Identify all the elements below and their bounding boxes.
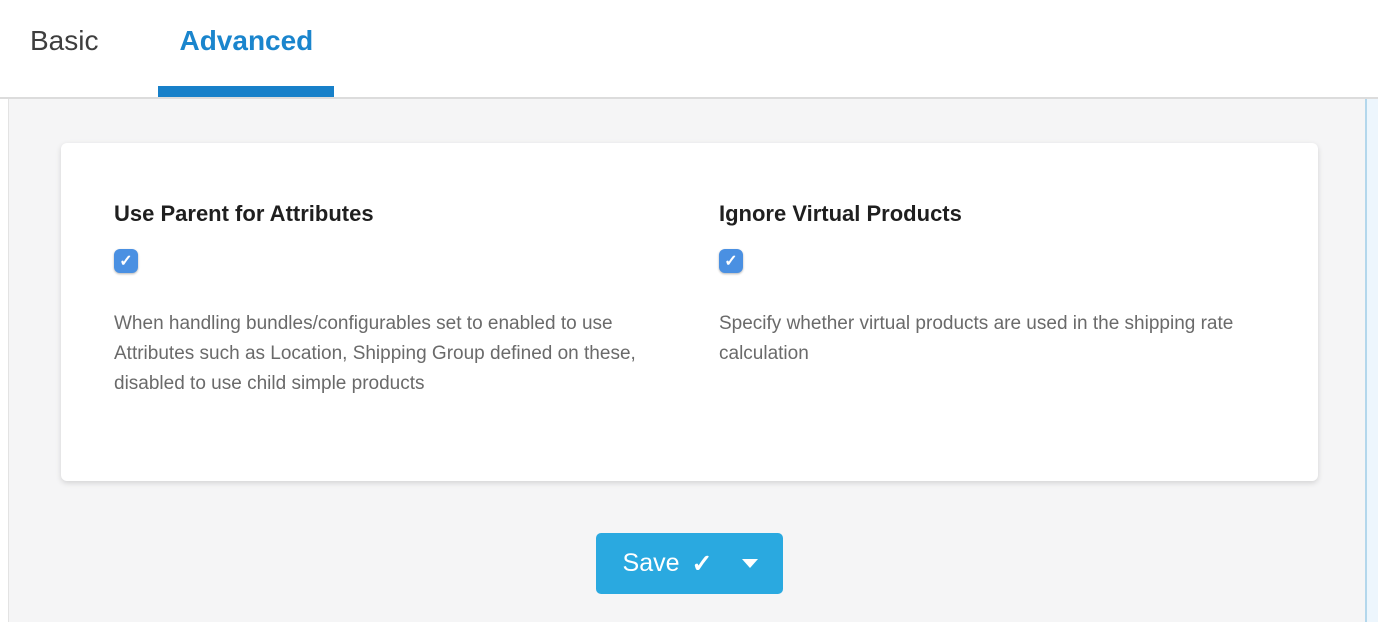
settings-card: Use Parent for Attributes ✓ When handlin… bbox=[61, 143, 1318, 481]
main-area: Use Parent for Attributes ✓ When handlin… bbox=[0, 99, 1378, 622]
setting-ignore-virtual-products: Ignore Virtual Products ✓ Specify whethe… bbox=[719, 201, 1278, 481]
save-button[interactable]: Save ✓ bbox=[596, 533, 784, 594]
tab-advanced-label: Advanced bbox=[179, 25, 313, 56]
tab-basic[interactable]: Basic bbox=[30, 25, 98, 97]
check-icon: ✓ bbox=[119, 251, 132, 271]
save-dropdown-toggle[interactable] bbox=[742, 559, 758, 568]
setting-title: Ignore Virtual Products bbox=[719, 201, 1278, 227]
use-parent-checkbox[interactable]: ✓ bbox=[114, 249, 138, 273]
content-panel: Use Parent for Attributes ✓ When handlin… bbox=[8, 99, 1365, 622]
ignore-virtual-checkbox[interactable]: ✓ bbox=[719, 249, 743, 273]
active-tab-underline bbox=[158, 86, 334, 97]
tab-basic-label: Basic bbox=[30, 25, 98, 56]
setting-description: When handling bundles/configurables set … bbox=[114, 309, 666, 399]
tab-advanced[interactable]: Advanced bbox=[158, 25, 334, 97]
scrollbar-track[interactable] bbox=[1365, 99, 1378, 622]
save-row: Save ✓ bbox=[61, 533, 1318, 594]
setting-use-parent-for-attributes: Use Parent for Attributes ✓ When handlin… bbox=[114, 201, 719, 481]
setting-title: Use Parent for Attributes bbox=[114, 201, 719, 227]
save-button-label: Save bbox=[623, 549, 680, 578]
tab-bar: Basic Advanced bbox=[0, 0, 1378, 99]
check-icon: ✓ bbox=[692, 549, 713, 579]
setting-description: Specify whether virtual products are use… bbox=[719, 309, 1271, 369]
caret-down-icon bbox=[742, 559, 758, 568]
check-icon: ✓ bbox=[724, 251, 737, 271]
